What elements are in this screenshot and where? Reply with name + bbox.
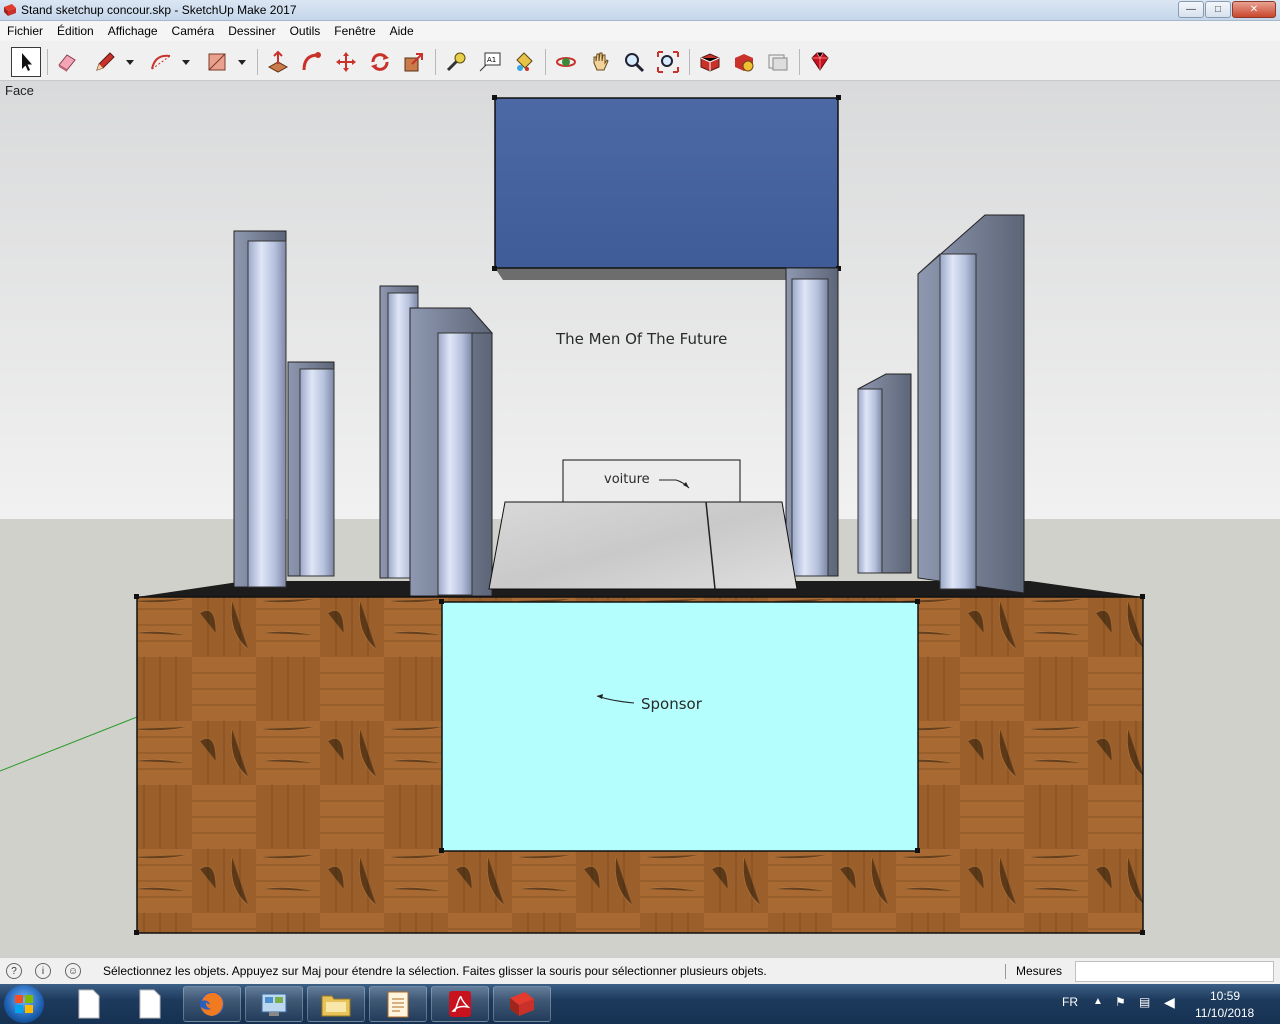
windows-logo-icon	[15, 995, 33, 1013]
start-button[interactable]	[4, 985, 44, 1023]
language-indicator[interactable]: FR	[1062, 995, 1078, 1009]
car-box	[562, 459, 741, 503]
measurements-input[interactable]	[1075, 961, 1274, 982]
action-center-icon[interactable]: ⚑	[1115, 995, 1126, 1009]
tray-expand-icon[interactable]: ▲	[1093, 996, 1103, 1007]
user-account-icon[interactable]: ☺	[65, 963, 81, 979]
sketchup-button[interactable]	[493, 986, 551, 1022]
orbit-icon[interactable]	[551, 47, 581, 77]
layout-icon[interactable]	[763, 47, 793, 77]
status-bar: ? i ☺ Sélectionnez les objets. Appuyez s…	[0, 957, 1280, 984]
model-viewport[interactable]: Face The Men Of The Future voiture Spons…	[0, 81, 1280, 957]
pillar-left-front	[409, 307, 494, 597]
maximize-button[interactable]: □	[1205, 1, 1231, 18]
ruby-extension-icon[interactable]	[805, 47, 835, 77]
follow-me-icon[interactable]	[297, 47, 327, 77]
rectangle-dropdown-icon[interactable]	[236, 47, 248, 77]
adobe-reader-icon	[449, 991, 471, 1017]
pillar-right-tall	[917, 214, 1025, 594]
arc-dropdown-icon[interactable]	[180, 47, 192, 77]
toolbar: A1	[0, 41, 1280, 81]
menu-aide[interactable]: Aide	[383, 21, 421, 41]
scale-icon[interactable]	[399, 47, 429, 77]
document-icon	[78, 989, 100, 1019]
info-icon[interactable]: i	[35, 963, 51, 979]
move-icon[interactable]	[331, 47, 361, 77]
menu-edition[interactable]: Édition	[50, 21, 101, 41]
sponsor-label: Sponsor	[641, 695, 702, 713]
rectangle-icon[interactable]	[202, 47, 232, 77]
zoom-icon[interactable]	[619, 47, 649, 77]
window-title: Stand sketchup concour.skp - SketchUp Ma…	[21, 3, 297, 17]
pencil-icon[interactable]	[90, 47, 120, 77]
banner-text-label: The Men Of The Future	[556, 330, 728, 348]
sketchup-app-icon	[4, 4, 16, 16]
control-panel-icon	[261, 993, 287, 1016]
extension-warehouse-icon[interactable]	[729, 47, 759, 77]
car-label: voiture	[604, 472, 650, 487]
3d-warehouse-icon[interactable]	[695, 47, 725, 77]
file-explorer-button[interactable]	[307, 986, 365, 1022]
banner-panel	[494, 97, 839, 269]
notepad-icon	[387, 991, 409, 1018]
adobe-reader-button[interactable]	[431, 986, 489, 1022]
firefox-icon	[200, 992, 224, 1016]
title-bar: Stand sketchup concour.skp - SketchUp Ma…	[0, 0, 1280, 21]
menu-fenetre[interactable]: Fenêtre	[327, 21, 382, 41]
select-tool-icon[interactable]	[11, 47, 41, 77]
paint-bucket-icon[interactable]	[509, 47, 539, 77]
zoom-extents-icon[interactable]	[653, 47, 683, 77]
blank-document-1-button[interactable]	[60, 986, 118, 1022]
pan-icon[interactable]	[585, 47, 615, 77]
firefox-button[interactable]	[183, 986, 241, 1022]
windows-taskbar: FR ▲ ⚑ ▤ ◀ 10:59 11/10/2018	[0, 984, 1280, 1024]
clock-date[interactable]: 11/10/2018	[1195, 1006, 1254, 1020]
sponsor-panel	[441, 601, 919, 852]
push-pull-icon[interactable]	[263, 47, 293, 77]
text-tool-icon[interactable]: A1	[475, 47, 505, 77]
menu-bar: Fichier Édition Affichage Caméra Dessine…	[0, 21, 1280, 41]
sketchup-icon	[510, 992, 534, 1016]
menu-fichier[interactable]: Fichier	[0, 21, 50, 41]
arc-icon[interactable]	[146, 47, 176, 77]
folder-icon	[321, 995, 351, 1017]
view-name-label: Face	[5, 83, 34, 98]
geolocation-icon[interactable]: ?	[6, 963, 22, 979]
pencil-dropdown-icon[interactable]	[124, 47, 136, 77]
menu-camera[interactable]: Caméra	[165, 21, 222, 41]
measurements-label: Mesures	[1016, 964, 1063, 978]
pillar-left-short	[287, 361, 335, 577]
control-panel-button[interactable]	[245, 986, 303, 1022]
platform-front	[488, 501, 798, 590]
close-button[interactable]: ✕	[1232, 1, 1276, 18]
clock-time[interactable]: 10:59	[1210, 989, 1240, 1003]
notepad-editor-button[interactable]	[369, 986, 427, 1022]
menu-affichage[interactable]: Affichage	[101, 21, 165, 41]
menu-outils[interactable]: Outils	[283, 21, 328, 41]
pillar-right-short	[857, 373, 912, 574]
status-message: Sélectionnez les objets. Appuyez sur Maj…	[103, 964, 767, 978]
volume-icon[interactable]: ◀	[1164, 994, 1175, 1011]
network-icon[interactable]: ▤	[1139, 995, 1150, 1009]
menu-dessiner[interactable]: Dessiner	[221, 21, 282, 41]
eraser-icon[interactable]	[52, 47, 82, 77]
pillar-right-front	[785, 267, 839, 577]
document-icon	[139, 989, 161, 1019]
tape-measure-icon[interactable]	[441, 47, 471, 77]
model-scene[interactable]	[0, 81, 1280, 957]
pillar-left-tall	[233, 230, 287, 588]
blank-document-2-button[interactable]	[121, 986, 179, 1022]
text-tool-glyph: A1	[487, 56, 496, 64]
rotate-icon[interactable]	[365, 47, 395, 77]
minimize-button[interactable]: —	[1178, 1, 1204, 18]
